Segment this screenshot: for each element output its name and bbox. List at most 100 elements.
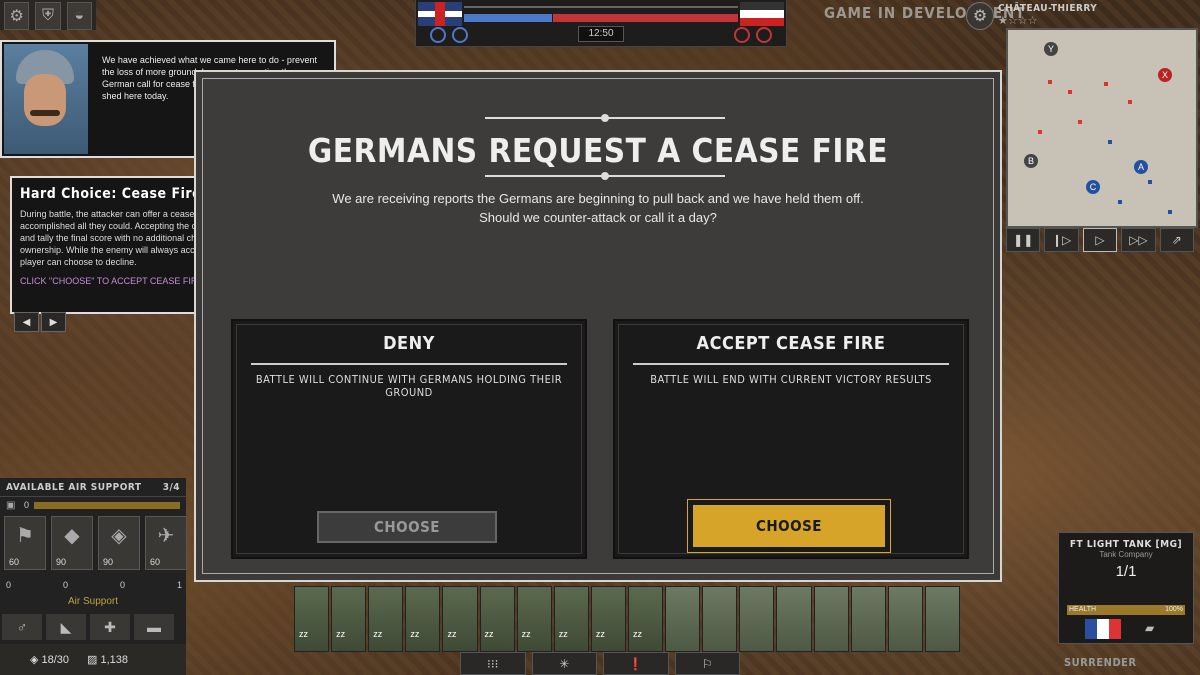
surrender-button[interactable]: SURRENDER bbox=[1064, 656, 1137, 669]
air-card-flag[interactable]: ⚑ 60 bbox=[4, 516, 46, 570]
explosive-icon[interactable]: ▬ bbox=[134, 614, 174, 640]
flag-icon[interactable]: ⚐ bbox=[674, 652, 740, 675]
air-support-count: 3/4 bbox=[162, 481, 180, 493]
helmet-icon[interactable]: ◒ bbox=[66, 2, 92, 30]
enemy-score-bar bbox=[553, 14, 738, 22]
minimap[interactable]: Y X B A C bbox=[1006, 28, 1198, 228]
accept-title: ACCEPT CEASE FIRE bbox=[696, 333, 886, 354]
external-link-icon[interactable]: ⇗ bbox=[1159, 228, 1195, 252]
unit-card[interactable] bbox=[665, 586, 701, 652]
enemy-unit-marker bbox=[1128, 100, 1132, 104]
top-left-toolbar: ⚙ ⛨ ◒ bbox=[0, 0, 96, 30]
unit-card[interactable] bbox=[739, 586, 775, 652]
manpower-resource: ◈ 18/30 bbox=[30, 653, 69, 666]
objective-marker: A bbox=[1134, 160, 1148, 174]
points-icon: ▣ bbox=[6, 500, 16, 511]
unit-card[interactable]: zz bbox=[516, 586, 552, 652]
battle-timer: 12:50 bbox=[578, 26, 624, 42]
unit-card[interactable]: zz bbox=[553, 586, 589, 652]
air-card-plane[interactable]: ✈ 60 bbox=[145, 516, 187, 570]
slow-play-icon[interactable]: ❙▷ bbox=[1044, 228, 1079, 252]
accept-choose-button[interactable]: CHOOSE bbox=[687, 499, 891, 553]
enemy-unit-marker bbox=[1068, 90, 1072, 94]
flare-icon[interactable]: ♂ bbox=[2, 614, 42, 640]
unit-card[interactable]: zz bbox=[590, 586, 626, 652]
objective-marker: Y bbox=[1044, 42, 1058, 56]
description-line: We are receiving reports the Germans are… bbox=[332, 191, 864, 206]
air-card-bomb[interactable]: ◆ 90 bbox=[51, 516, 93, 570]
alert-icon[interactable]: ❗ bbox=[603, 652, 669, 675]
bombs-icon: ◈ bbox=[111, 525, 127, 547]
health-label: HEALTH bbox=[1069, 606, 1097, 613]
tank-icon: ▰ bbox=[1145, 621, 1155, 635]
objective-marker: B bbox=[1024, 154, 1038, 168]
fast-forward-icon[interactable]: ▷▷ bbox=[1121, 228, 1156, 252]
grid-icon[interactable]: ⁝⁝⁝ bbox=[460, 652, 526, 675]
settings-gear-icon[interactable]: ⚙ bbox=[4, 2, 30, 30]
deny-choose-button[interactable]: CHOOSE bbox=[317, 511, 497, 543]
allied-point-icon bbox=[452, 27, 468, 43]
allied-score-bar bbox=[464, 14, 552, 22]
unit-card[interactable]: zz bbox=[368, 586, 404, 652]
unit-card[interactable]: zz bbox=[405, 586, 441, 652]
unit-card[interactable]: zz bbox=[627, 586, 664, 652]
next-arrow-icon[interactable]: ▶ bbox=[41, 312, 66, 332]
pause-icon[interactable]: ❚❚ bbox=[1006, 228, 1041, 252]
unit-card[interactable]: zz bbox=[294, 586, 330, 652]
cross-icon[interactable]: ✚ bbox=[90, 614, 130, 640]
settings-gear-icon[interactable]: ⚙ bbox=[966, 2, 994, 30]
shield-icon[interactable]: ⛨ bbox=[35, 2, 61, 30]
objective-marker: C bbox=[1086, 180, 1100, 194]
playback-controls: ❚❚ ❙▷ ▷ ▷▷ ⇗ bbox=[1006, 228, 1195, 252]
accept-choose-label: CHOOSE bbox=[693, 505, 885, 547]
unit-card[interactable] bbox=[776, 586, 812, 652]
objective-marker: X bbox=[1158, 68, 1172, 82]
air-card-bombs[interactable]: ◈ 90 bbox=[98, 516, 140, 570]
unit-card[interactable]: zz bbox=[442, 586, 478, 652]
dialog-frame: GERMANS REQUEST A CEASE FIRE We are rece… bbox=[202, 78, 994, 574]
card-count: 1 bbox=[176, 580, 182, 590]
divider bbox=[251, 363, 567, 365]
card-cost: 60 bbox=[9, 557, 20, 567]
air-points: 0 bbox=[24, 500, 30, 510]
allied-unit-marker bbox=[1168, 210, 1172, 214]
unit-card[interactable] bbox=[850, 586, 886, 652]
unit-card[interactable]: zz bbox=[479, 586, 515, 652]
card-count: 0 bbox=[119, 580, 125, 590]
deny-option-card: DENY BATTLE WILL CONTINUE WITH GERMANS H… bbox=[231, 319, 587, 559]
manpower-value: 18/30 bbox=[41, 654, 70, 666]
mustache-shape bbox=[30, 110, 60, 116]
unit-card[interactable] bbox=[924, 586, 960, 652]
divider bbox=[633, 363, 949, 365]
french-flag-icon bbox=[1085, 619, 1121, 639]
enemy-unit-marker bbox=[1048, 80, 1052, 84]
card-cost: 90 bbox=[103, 557, 114, 567]
unit-name: FT LIGHT TANK [MG] bbox=[1069, 539, 1183, 550]
formation-icon[interactable]: ✳ bbox=[531, 652, 597, 675]
unit-card[interactable]: zz bbox=[331, 586, 367, 652]
deny-description: BATTLE WILL CONTINUE WITH GERMANS HOLDIN… bbox=[255, 373, 563, 399]
plane-icon: ✈ bbox=[157, 525, 175, 547]
sleep-icon: zz bbox=[299, 629, 308, 639]
advisor-portrait bbox=[4, 44, 88, 154]
unit-company: Tank Company bbox=[1099, 550, 1153, 559]
unit-card[interactable] bbox=[813, 586, 849, 652]
allied-unit-marker bbox=[1118, 200, 1122, 204]
card-count: 0 bbox=[62, 580, 68, 590]
unit-card[interactable] bbox=[887, 586, 923, 652]
previous-arrow-icon[interactable]: ◀ bbox=[14, 312, 39, 332]
decorative-dot bbox=[601, 114, 609, 122]
resource-bar: ◈ 18/30 ▨ 1,138 bbox=[0, 644, 186, 675]
supply-value: 1,138 bbox=[100, 654, 129, 666]
play-icon[interactable]: ▷ bbox=[1082, 228, 1118, 252]
allied-unit-marker bbox=[1108, 140, 1112, 144]
enemy-unit-marker bbox=[1038, 130, 1042, 134]
card-cost: 60 bbox=[150, 557, 161, 567]
development-notice: GAME IN DEVELOPMENT bbox=[824, 4, 1026, 22]
unit-card[interactable] bbox=[702, 586, 738, 652]
air-support-cards: ⚑ 60 ◆ 90 ◈ 90 ✈ 60 bbox=[4, 516, 187, 570]
sleep-icon: zz bbox=[595, 629, 605, 639]
shell-icon[interactable]: ◣ bbox=[46, 614, 86, 640]
unit-count: 1/1 bbox=[1115, 563, 1137, 580]
face-shape bbox=[24, 74, 66, 126]
